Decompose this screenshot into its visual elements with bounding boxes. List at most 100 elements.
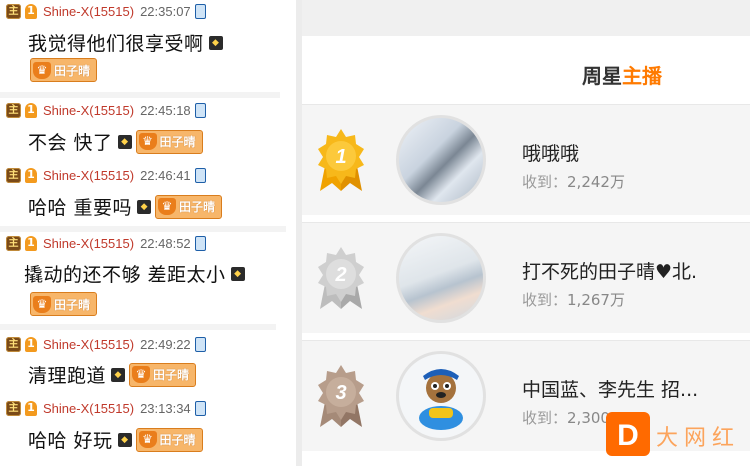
timestamp: 22:49:22 [140,336,191,352]
fan-tag-label: 田子晴 [159,433,196,447]
fan-tag-label: 田子晴 [54,297,91,312]
fan-tag: ♛ 田子晴 [135,129,203,154]
emoji-icon: ◆ [111,367,126,382]
mobile-icon [194,235,206,251]
username[interactable]: Shine-X(15515) [43,4,134,19]
dog-scooter-icon [419,369,463,430]
chat-log: 主 1 Shine-X(15515) 22:35:07 我觉得他们很享受啊 ◆ … [0,0,296,466]
chat-message: 主 1 Shine-X(15515) 22:49:22 清理跑道 ◆ ♛ 田子晴 [0,332,296,394]
rank-number: 3 [335,382,346,404]
message-content: 哈哈 好玩 ◆ ♛ 田子晴 [28,426,203,453]
received-value: 2,242万 [567,173,625,191]
message-content: 撬动的还不够 差距太小 ◆ [24,260,245,287]
fan-level-icon: 1 [25,102,37,118]
chat-message: 主 1 Shine-X(15515) 22:48:52 撬动的还不够 差距太小 … [0,232,296,324]
crown-icon: ♛ [132,366,151,383]
watermark-letter: D [617,419,639,452]
panel-top-strip [302,0,750,36]
message-header: 主 1 Shine-X(15515) 22:46:41 [6,166,206,184]
message-content: 不会 快了 ◆ ♛ 田子晴 [28,128,203,155]
watermark-logo-icon: D [617,419,639,452]
fan-tag: ♛ 田子晴 [155,194,223,219]
username[interactable]: Shine-X(15515) [43,401,134,416]
mobile-icon [194,336,206,352]
host-badge-icon: 主 [6,167,21,183]
host-badge-icon: 主 [6,3,21,19]
message-content: 清理跑道 ◆ ♛ 田子晴 [28,361,197,388]
emoji-icon: ◆ [208,35,223,50]
received-amount: 收到：1,267万 [522,289,625,310]
fan-tag: ♛ 田子晴 [30,292,98,316]
fan-level-icon: 1 [25,235,37,251]
crown-icon: ♛ [138,133,157,150]
gold-medal-icon: 1 [318,129,364,191]
rank-row[interactable]: 1 哦哦哦 收到：2,242万 [302,104,750,215]
received-label: 收到： [522,173,568,191]
anchor-name[interactable]: 中国蓝、李先生 招... [522,375,698,402]
received-value: 1,267万 [567,291,625,309]
username[interactable]: Shine-X(15515) [43,103,134,118]
message-header: 主 1 Shine-X(15515) 22:35:07 [6,2,206,20]
timestamp: 22:35:07 [140,3,191,19]
message-header: 主 1 Shine-X(15515) 22:49:22 [6,335,206,353]
message-text: 我觉得他们很享受啊 [28,33,204,55]
emoji-icon: ◆ [137,199,152,214]
avatar[interactable] [396,351,486,441]
host-badge-icon: 主 [6,336,21,352]
username[interactable]: Shine-X(15515) [43,168,134,183]
mobile-icon [194,167,206,183]
message-header: 主 1 Shine-X(15515) 22:48:52 [6,234,206,252]
fan-tag: ♛ 田子晴 [30,58,98,82]
mobile-icon [194,400,206,416]
crown-icon: ♛ [33,61,51,79]
message-text: 撬动的还不够 差距太小 [24,264,226,286]
crown-icon: ♛ [138,431,157,448]
chat-message: 主 1 Shine-X(15515) 22:35:07 我觉得他们很享受啊 ◆ … [0,0,296,92]
message-text: 哈哈 重要吗 [28,197,133,219]
username[interactable]: Shine-X(15515) [43,236,134,251]
username[interactable]: Shine-X(15515) [43,337,134,352]
received-label: 收到： [522,291,568,309]
received-amount: 收到：2,242万 [522,171,625,192]
message-content: 哈哈 重要吗 ◆ ♛ 田子晴 [28,193,223,220]
fan-tag-label: 田子晴 [153,368,190,382]
host-badge-icon: 主 [6,400,21,416]
panel-title-highlight: 主播 [622,64,662,88]
message-content: 我觉得他们很享受啊 ◆ [28,29,223,56]
fan-level-icon: 1 [25,167,37,183]
mobile-icon [194,102,206,118]
emoji-icon: ◆ [230,266,245,281]
message-header: 主 1 Shine-X(15515) 23:13:34 [6,399,206,417]
emoji-icon: ◆ [117,432,132,447]
fan-tag-label: 田子晴 [179,200,216,214]
panel-title-plain: 周星 [582,64,622,88]
fan-tag-label: 田子晴 [159,135,196,149]
fan-level-icon: 1 [25,336,37,352]
weekly-star-panel: 周星主播 1 哦哦哦 收到：2,242万 2 打不死的田子晴♥北. 收到：1,2… [296,0,750,466]
watermark-text: 大网红 [656,426,741,451]
message-text: 不会 快了 [28,132,113,154]
message-text: 哈哈 好玩 [28,430,113,452]
avatar[interactable] [396,115,486,205]
watermark-logo: D [606,412,650,456]
chat-message: 主 1 Shine-X(15515) 22:46:41 哈哈 重要吗 ◆ ♛ 田… [0,163,296,227]
fan-tag: ♛ 田子晴 [129,362,197,387]
timestamp: 22:45:18 [140,102,191,118]
emoji-icon: ◆ [117,134,132,149]
anchor-name[interactable]: 打不死的田子晴♥北. [522,257,697,284]
mobile-icon [194,3,206,19]
crown-icon: ♛ [158,198,177,215]
panel-title: 周星主播 [582,60,662,89]
silver-medal-icon: 2 [318,247,364,309]
rank-row[interactable]: 2 打不死的田子晴♥北. 收到：1,267万 [302,222,750,333]
rank-number: 1 [335,146,346,168]
avatar[interactable] [396,233,486,323]
fan-tag-label: 田子晴 [54,63,91,78]
message-header: 主 1 Shine-X(15515) 22:45:18 [6,101,206,119]
host-badge-icon: 主 [6,235,21,251]
rank-number: 2 [334,264,346,286]
fan-level-icon: 1 [25,400,37,416]
message-text: 清理跑道 [28,365,107,387]
anchor-name[interactable]: 哦哦哦 [522,139,579,166]
chat-message: 主 1 Shine-X(15515) 22:45:18 不会 快了 ◆ ♛ 田子… [0,98,296,160]
